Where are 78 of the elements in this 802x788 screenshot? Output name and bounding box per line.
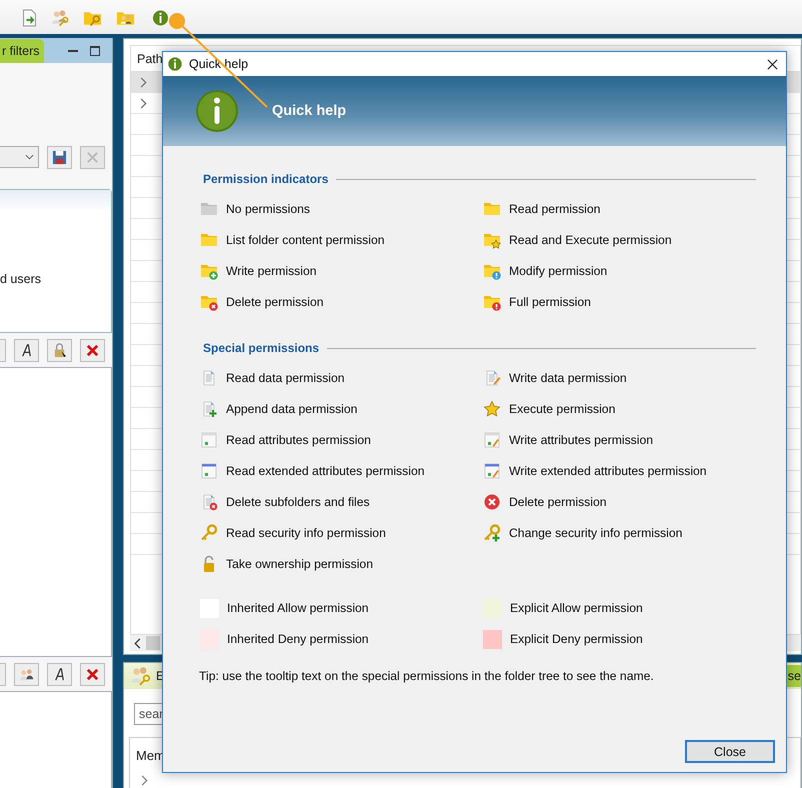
cross-icon: [85, 150, 100, 165]
permission-label: Change security info permission: [509, 526, 682, 540]
section-title: Permission indicators: [203, 172, 328, 186]
permission-label: Take ownership permission: [226, 557, 373, 571]
delete-icon: [85, 342, 100, 358]
delete-button[interactable]: [80, 338, 105, 362]
users-icon: [19, 666, 34, 682]
permission-label: Append data permission: [226, 402, 358, 416]
save-button[interactable]: [47, 146, 72, 169]
expand-chevron-icon[interactable]: [140, 775, 148, 786]
info-icon[interactable]: [151, 9, 170, 27]
tip-text: Tip: use the tooltip text on the special permissions in the folder tree to see the name.: [199, 669, 655, 683]
permission-label: Read and Execute permission: [509, 233, 672, 247]
floppy-icon: [52, 150, 67, 165]
font-button[interactable]: [47, 662, 72, 686]
folder-cross-icon: [200, 293, 218, 311]
window-icon: [200, 462, 218, 480]
folder-exclamation-icon: [483, 293, 501, 311]
info-icon: [195, 89, 239, 133]
delete-icon: [85, 666, 100, 682]
folder-icon: [483, 200, 501, 218]
maximize-icon[interactable]: [90, 46, 100, 56]
permission-label: Write attributes permission: [509, 433, 654, 447]
permission-label: Read permission: [509, 202, 600, 216]
folder-plus-icon: [200, 262, 218, 280]
permission-label: List folder content permission: [226, 233, 385, 247]
permission-label: Read data permission: [226, 371, 345, 385]
dialog-heading: Quick help: [272, 103, 346, 119]
folder-icon: [200, 231, 218, 249]
italic-a-icon: [52, 666, 67, 682]
window-pencil-icon: [483, 431, 501, 449]
permission-label: Write data permission: [509, 371, 627, 385]
permission-label: Read attributes permission: [226, 433, 371, 447]
document-arrow-icon[interactable]: [20, 9, 39, 27]
close-icon[interactable]: [767, 58, 778, 70]
users-key-icon[interactable]: [51, 9, 70, 27]
dimmed-folder-icon: [200, 200, 218, 218]
permission-label: Write permission: [226, 264, 317, 278]
legend-label: Explicit Allow permission: [510, 601, 643, 615]
scroll-left-icon[interactable]: [134, 638, 142, 648]
scrollbar-thumb[interactable]: [146, 636, 160, 650]
permission-label: No permissions: [226, 202, 310, 216]
users-key-icon: [130, 666, 152, 686]
key-plus-icon: [483, 524, 501, 542]
expand-chevron-icon[interactable]: [139, 98, 147, 108]
folder-star-icon: [483, 231, 501, 249]
users-button[interactable]: [14, 662, 39, 686]
section-title: Special permissions: [203, 341, 320, 355]
list-text: d users: [0, 272, 41, 286]
legend-label: Inherited Deny permission: [227, 632, 369, 646]
legend-label: Explicit Deny permission: [510, 632, 643, 646]
permission-label: Delete permission: [226, 295, 324, 309]
window-title: Quick help: [189, 57, 250, 71]
folder-info-icon: [483, 262, 501, 280]
permission-label: Delete subfolders and files: [226, 495, 370, 509]
filters-tab[interactable]: r filters: [0, 39, 44, 63]
delete-icon: [483, 493, 501, 511]
permission-label: Modify permission: [509, 264, 608, 278]
permission-label: Read extended attributes permission: [226, 464, 424, 478]
star-icon: [483, 400, 501, 418]
permission-label: Full permission: [509, 295, 591, 309]
window-icon: [200, 431, 218, 449]
key-icon: [200, 524, 218, 542]
permission-label: Write extended attributes permission: [509, 464, 707, 478]
font-button[interactable]: [14, 338, 39, 362]
close-button[interactable]: Close: [685, 740, 775, 763]
lock-button[interactable]: [47, 338, 72, 362]
info-icon: [167, 56, 183, 72]
column-header[interactable]: Path: [137, 52, 163, 66]
permission-label: Delete permission: [509, 495, 607, 509]
legend-label: Inherited Allow permission: [227, 601, 369, 615]
italic-a-icon: [19, 342, 34, 358]
delete-button[interactable]: [80, 662, 105, 686]
permission-label: Execute permission: [509, 402, 616, 416]
window-pencil-icon: [483, 462, 501, 480]
padlock-icon: [52, 342, 67, 358]
permission-label: Read security info permission: [226, 526, 386, 540]
expand-chevron-icon[interactable]: [139, 76, 147, 88]
